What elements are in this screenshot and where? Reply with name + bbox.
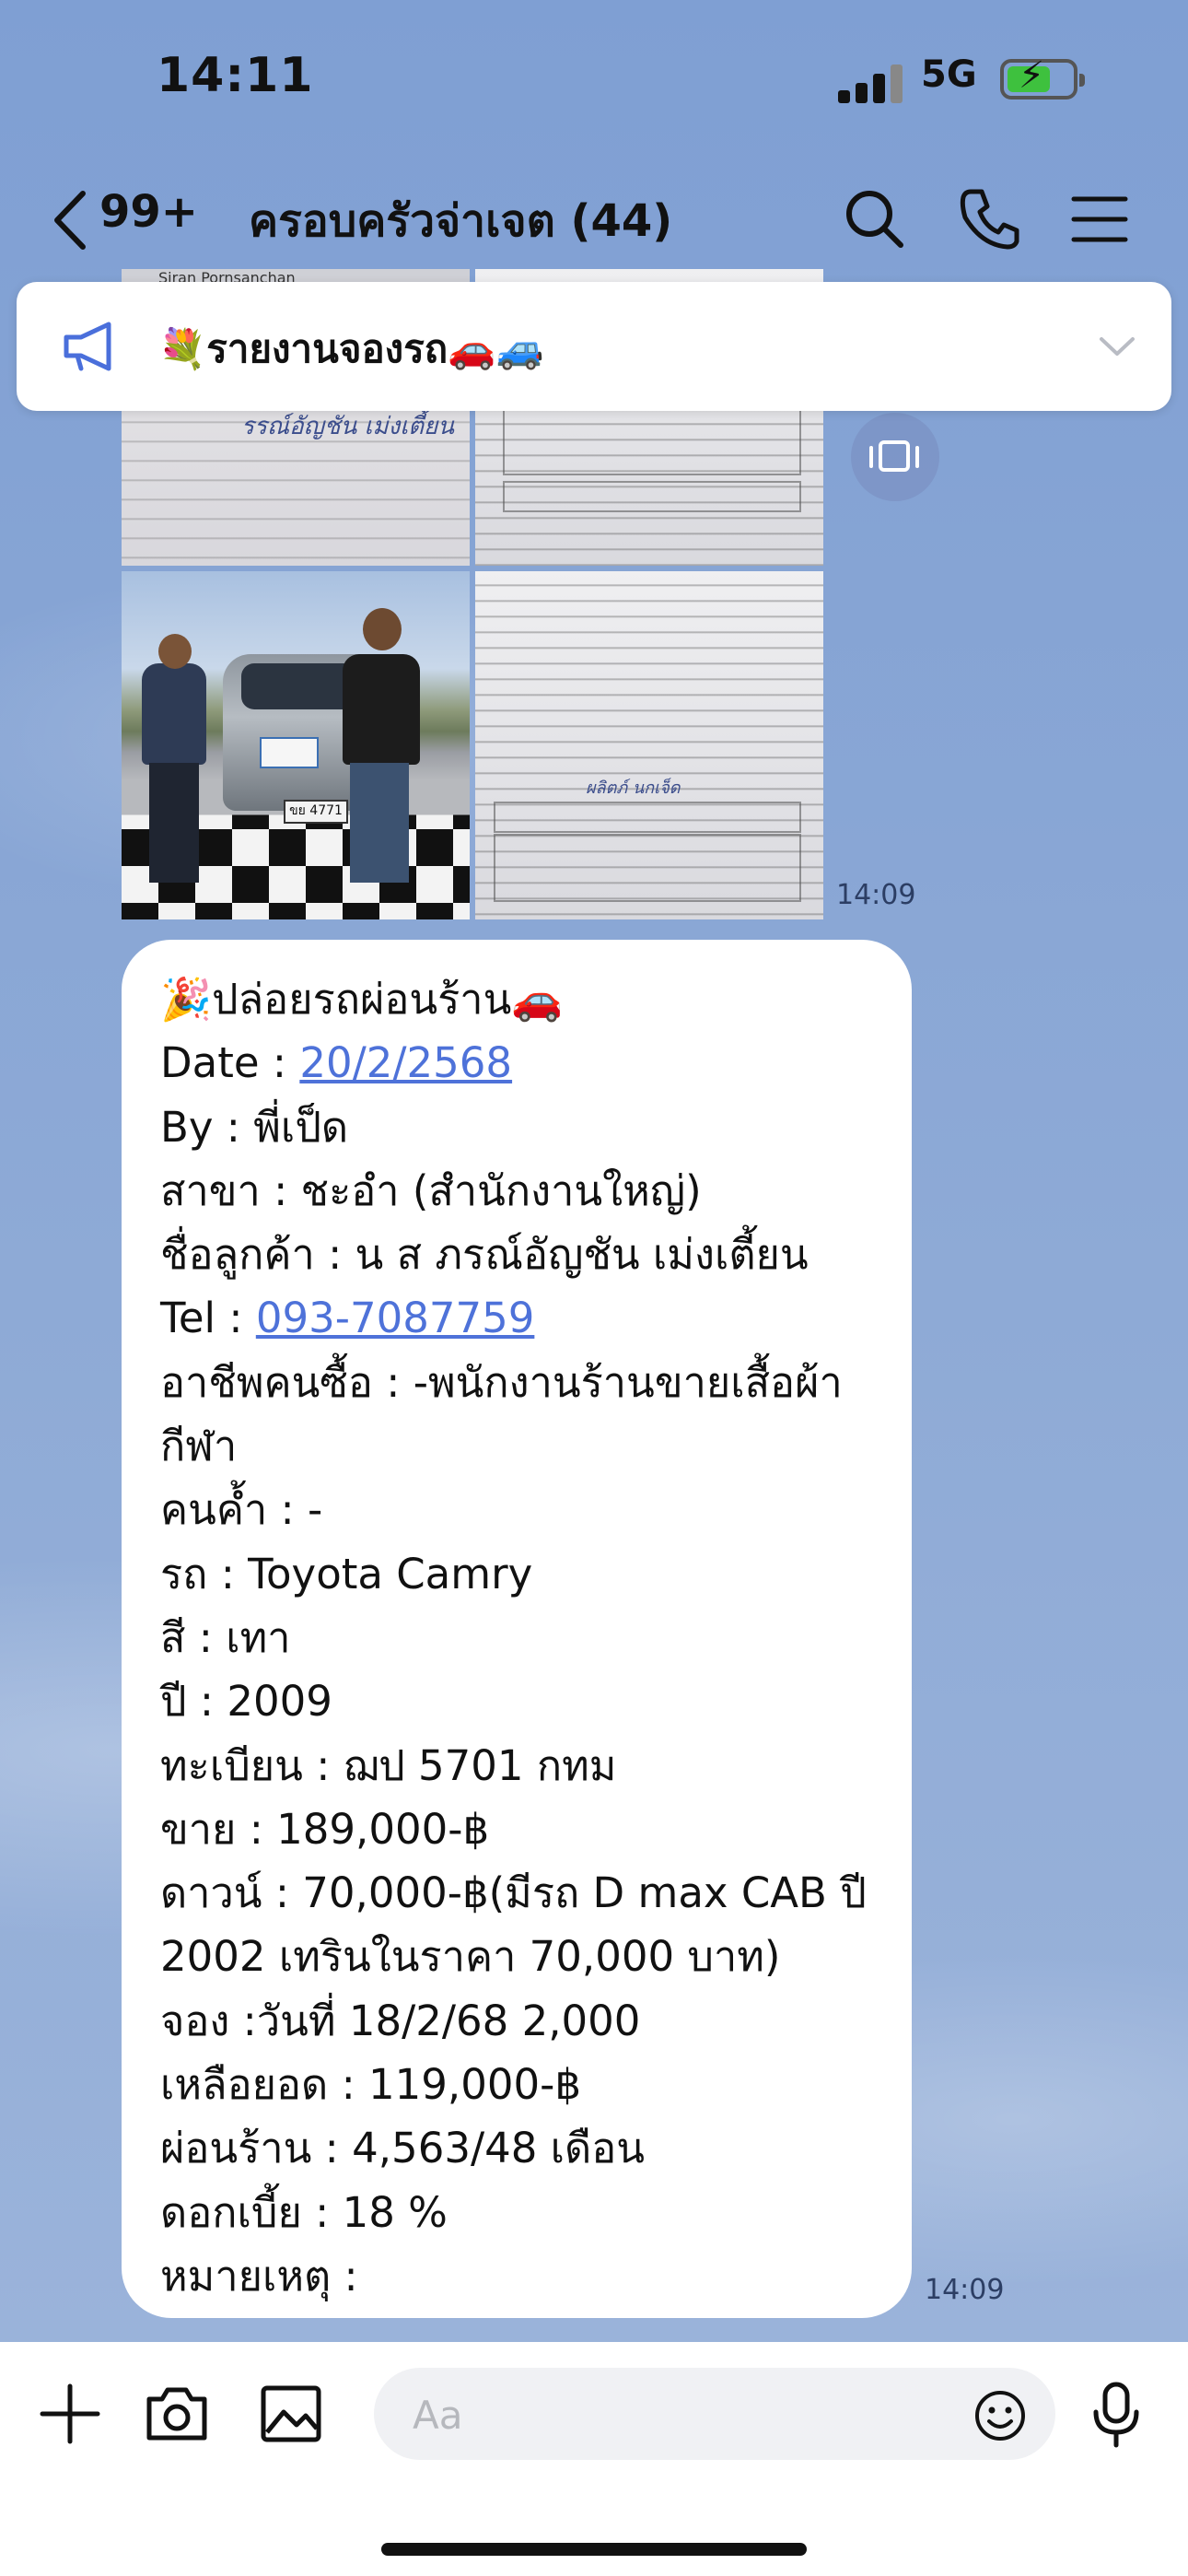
status-time: 14:11 [157, 48, 314, 103]
announcement-banner[interactable]: 💐รายงานจองรถ🚗🚙 [17, 282, 1171, 411]
chevron-down-icon[interactable] [1094, 326, 1140, 367]
plus-icon[interactable] [33, 2377, 107, 2451]
license-plate-text: ขย 4771 [284, 800, 348, 824]
msg-line-by: By : พี่เป็ด [160, 1102, 349, 1152]
date-link[interactable]: 20/2/2568 [299, 1038, 512, 1087]
battery-icon: ⚡ [1000, 57, 1085, 100]
image-icon[interactable] [254, 2377, 328, 2451]
camera-icon[interactable] [140, 2377, 214, 2451]
msg-line-remaining: เหลือยอด : 119,000-฿ [160, 2060, 581, 2110]
input-bar [0, 2342, 1188, 2576]
home-indicator[interactable] [381, 2543, 807, 2556]
contract-document-photo[interactable]: ผลิตภ์ นกเจ็ด [475, 571, 823, 919]
msg-line-installment: ผ่อนร้าน : 4,563/48 เดือน [160, 2124, 646, 2173]
message-input[interactable] [411, 2388, 930, 2441]
car-handover-photo[interactable]: ขย 4771 [122, 571, 470, 919]
date-label: Date : [160, 1038, 300, 1088]
phone-icon[interactable] [950, 181, 1028, 258]
slideshow-button[interactable] [851, 413, 939, 501]
msg-line-booking: จอง :วันที่ 18/2/68 2,000 [160, 1996, 641, 2045]
photos-timestamp: 14:09 [836, 879, 916, 911]
menu-icon[interactable] [1061, 181, 1138, 258]
msg-line-interest: ดอกเบี้ย : 18 % [160, 2187, 448, 2237]
search-icon[interactable] [836, 181, 914, 258]
msg-line-car: รถ : Toyota Camry [160, 1549, 533, 1598]
back-icon[interactable] [50, 188, 90, 252]
status-bar: 14:11 5G ⚡ [0, 0, 1188, 166]
message-text: 🎉ปล่อยรถผ่อนร้าน🚗 Date : 20/2/2568 By : … [160, 967, 897, 2308]
msg-line-date: Date : 20/2/2568 [160, 1031, 897, 1095]
megaphone-icon [64, 322, 111, 371]
msg-line-guarantor: คนค้ำ : - [160, 1485, 323, 1535]
contract-signature: ผลิตภ์ นกเจ็ด [586, 779, 681, 798]
tel-label: Tel : [160, 1294, 256, 1343]
msg-line-year: ปี : 2009 [160, 1677, 332, 1727]
emoji-icon[interactable] [973, 2388, 1028, 2443]
msg-line-tel: Tel : 093-7087759 [160, 1286, 897, 1350]
room-title[interactable]: ครอบครัวจ่าเจต (44) [249, 186, 672, 256]
message-timestamp: 14:09 [925, 2274, 1005, 2306]
network-type: 5G [921, 53, 977, 96]
phone-link[interactable]: 093-7087759 [256, 1294, 535, 1342]
message-bubble[interactable]: 🎉ปล่อยรถผ่อนร้าน🚗 Date : 20/2/2568 By : … [122, 940, 912, 2318]
microphone-icon[interactable] [1079, 2377, 1153, 2451]
chat-header: 99+ ครอบครัวจ่าเจต (44) [0, 166, 1188, 276]
announcement-text: 💐รายงานจองรถ🚗🚙 [158, 326, 544, 371]
msg-line-note: หมายเหตุ : [160, 2251, 358, 2301]
msg-line-branch: สาขา : ชะอำ (สำนักงานใหญ่) [160, 1165, 702, 1215]
msg-line-price: ขาย : 189,000-฿ [160, 1804, 490, 1854]
msg-line-customer: ชื่อลูกค้า : น ส ภรณ์อัญชัน เม่งเตี้ยน [160, 1230, 809, 1280]
unread-count[interactable]: 99+ [99, 186, 198, 238]
msg-line-color: สี : เทา [160, 1612, 291, 1662]
msg-line-down-cont: 2002 เทรินในราคา 70,000 บาท) [160, 1932, 781, 1982]
message-field[interactable] [374, 2368, 1055, 2460]
msg-line-registration: ทะเบียน : ฌป 5701 กทม [160, 1740, 617, 1790]
msg-line-occupation: อาชีพคนซื้อ : -พนักงานร้านขายเสื้อผ้า [160, 1357, 843, 1407]
msg-line-title: 🎉ปล่อยรถผ่อนร้าน🚗 [160, 975, 564, 1024]
doc-handwriting: รรณ์อัญชัน เม่งเตี้ยน [241, 413, 455, 440]
signal-icon [838, 63, 904, 103]
msg-line-down: ดาวน์ : 70,000-฿(มีรถ D max CAB ปี [160, 1868, 867, 1918]
msg-line-occupation-cont: กีฬา [160, 1422, 238, 1471]
